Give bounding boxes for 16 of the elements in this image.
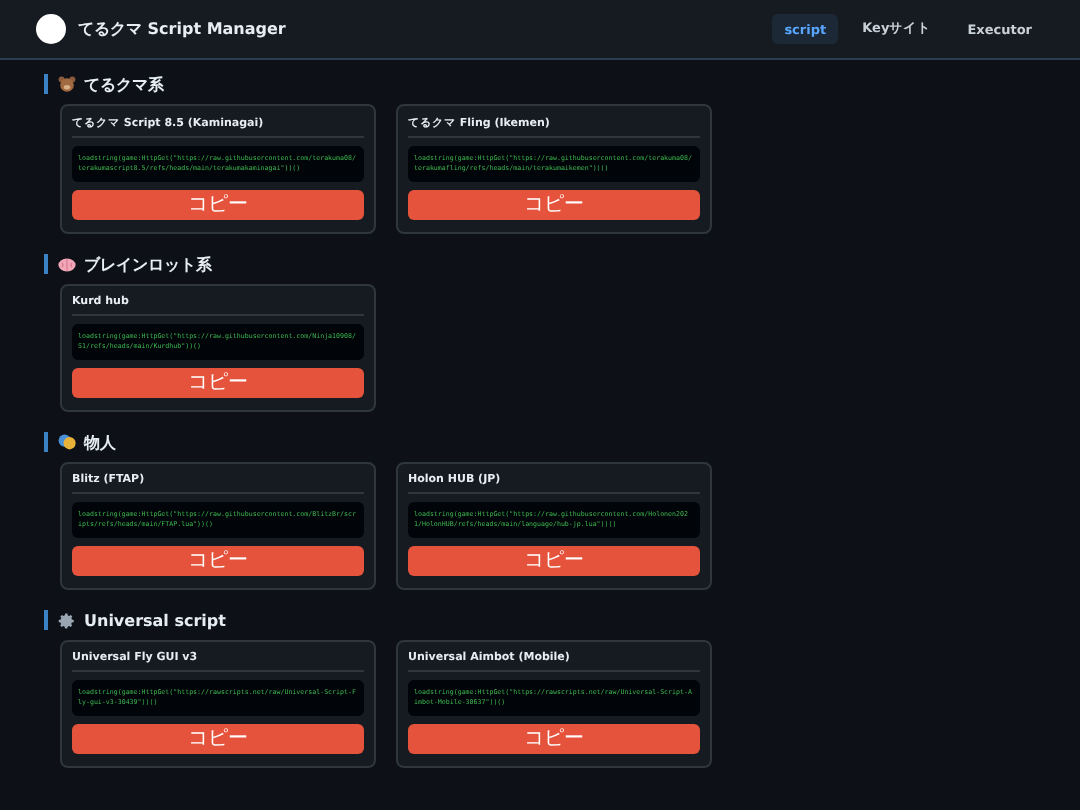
section-title: てるクマ系 <box>84 73 164 95</box>
copy-button[interactable]: コピー <box>408 190 700 220</box>
copy-button[interactable]: コピー <box>72 724 364 754</box>
copy-button[interactable]: コピー <box>72 368 364 398</box>
copy-button[interactable]: コピー <box>72 546 364 576</box>
app-title: てるクマ Script Manager <box>78 18 288 40</box>
copy-button[interactable]: コピー <box>72 190 364 220</box>
logo-circle-icon <box>36 14 66 44</box>
bear-face-icon <box>58 76 76 92</box>
section-title: Universal script <box>84 611 226 629</box>
copy-button[interactable]: コピー <box>408 546 700 576</box>
section-title: 物人 <box>84 431 116 453</box>
brain-icon <box>58 257 76 271</box>
copy-button[interactable]: コピー <box>408 724 700 754</box>
section-title: ブレインロット系 <box>84 253 212 275</box>
gear-icon <box>58 611 76 629</box>
